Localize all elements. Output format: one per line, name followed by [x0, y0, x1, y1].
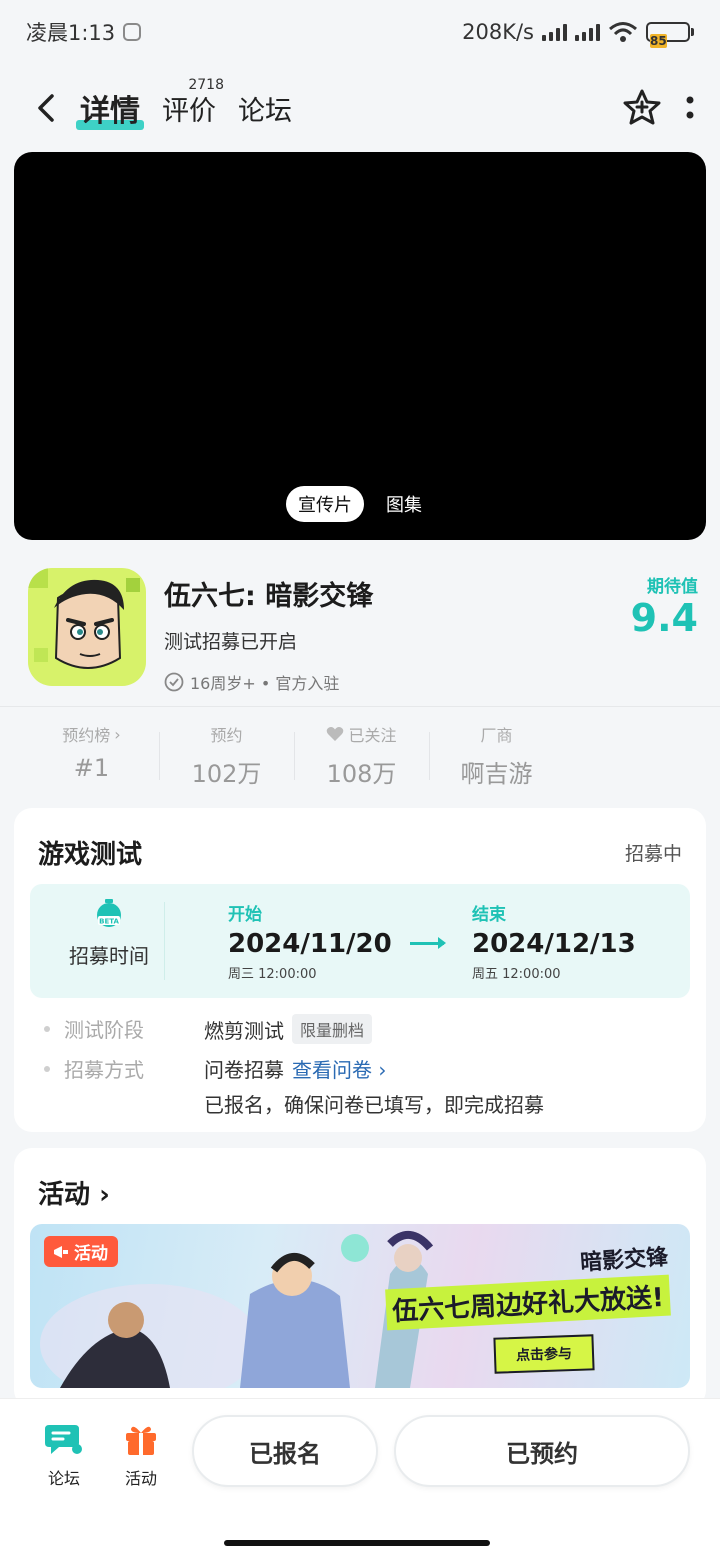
- bottom-activity-label: 活动: [124, 1469, 157, 1488]
- gift-icon: [126, 1426, 156, 1455]
- start-label: 开始: [228, 905, 262, 925]
- game-info: 伍六七: 暗影交锋 测试招募已开启 16周岁+ • 官方入驻 期待值 9.4: [28, 568, 700, 694]
- activity-card: 活动 › 活动 暗影交锋 伍六七周边好礼大放送! 点击参与: [14, 1148, 706, 1408]
- end-label: 结束: [472, 905, 506, 925]
- forum-chat-icon: [45, 1425, 82, 1454]
- top-nav: 详情 评价 2718 论坛: [0, 72, 720, 144]
- reserved-button[interactable]: 已预约: [394, 1415, 690, 1487]
- game-status: 测试招募已开启: [164, 631, 298, 653]
- recruit-method-value: 问卷招募: [204, 1058, 284, 1082]
- stat-followers-value: 108万: [326, 760, 397, 788]
- activity-badge-label: 活动: [74, 1244, 108, 1264]
- stat-rank-value: #1: [73, 754, 110, 782]
- start-date: 2024/11/20: [228, 929, 392, 959]
- beta-timer-icon: BETA: [97, 899, 121, 927]
- verified-check-icon: [164, 672, 184, 692]
- test-stage-key: 测试阶段: [64, 1018, 144, 1042]
- stat-followers[interactable]: 已关注 108万: [294, 722, 429, 789]
- activity-badge: 活动: [44, 1236, 118, 1267]
- bullet: [44, 1026, 50, 1032]
- signal-icon-2: [575, 23, 600, 41]
- game-icon: [28, 568, 146, 686]
- game-tags-text: 16周岁+ • 官方入驻: [190, 674, 340, 693]
- test-stage-tag: 限量删档: [292, 1014, 373, 1044]
- signed-up-button[interactable]: 已报名: [192, 1415, 378, 1487]
- game-tags: 16周岁+ • 官方入驻: [164, 670, 700, 694]
- end-time: 结束 2024/12/13 周五 12:00:00: [472, 900, 636, 982]
- network-speed: 208K/s: [462, 20, 534, 44]
- notification-app-icon: [123, 23, 142, 41]
- megaphone-icon: [54, 1245, 68, 1258]
- test-stage-value: 燃剪测试: [204, 1019, 284, 1043]
- expectation-score: 期待值 9.4: [631, 572, 698, 639]
- game-title: 伍六七: 暗影交锋: [164, 581, 374, 612]
- media-tab-trailer[interactable]: 宣传片: [286, 486, 364, 522]
- recruit-time-box: BETA 招募时间 开始 2024/11/20 周三 12:00:00 结束 2…: [30, 884, 690, 998]
- test-details: 测试阶段 燃剪测试 限量删档 招募方式 问卷招募 查看问卷 › 已报名，确保问卷已填…: [44, 1014, 684, 1128]
- recruit-status: 招募中: [624, 843, 682, 865]
- stat-reservations-label: 预约: [210, 726, 243, 745]
- stat-rank-label: 预约榜: [62, 726, 111, 745]
- stat-reservations: 预约 102万: [159, 722, 294, 789]
- signal-icon: [542, 23, 567, 41]
- separator: [164, 902, 165, 980]
- media-tab-gallery[interactable]: 图集: [374, 486, 434, 522]
- battery-icon: 85: [646, 22, 694, 48]
- bottom-forum-label: 论坛: [47, 1469, 80, 1488]
- status-time: 凌晨1:13: [26, 21, 116, 45]
- view-questionnaire-link[interactable]: 查看问卷 ›: [292, 1058, 386, 1082]
- bottom-action-bar: 论坛 活动 已报名 已预约: [0, 1398, 720, 1560]
- end-weekday-time: 周五 12:00:00: [472, 967, 561, 982]
- chevron-right-icon: ›: [114, 724, 121, 744]
- activity-title-link[interactable]: 活动 ›: [38, 1174, 110, 1211]
- game-test-title: 游戏测试: [38, 840, 143, 870]
- reviews-count: 2718: [188, 76, 224, 93]
- divider: [0, 706, 720, 707]
- stat-publisher-label: 厂商: [480, 726, 513, 745]
- view-questionnaire-label: 查看问卷: [292, 1058, 372, 1082]
- activity-title: 活动: [38, 1180, 91, 1210]
- stat-followers-label: 已关注: [348, 726, 397, 745]
- start-time: 开始 2024/11/20 周三 12:00:00: [228, 900, 392, 982]
- chevron-right-icon: ›: [378, 1058, 387, 1082]
- stat-rank[interactable]: 预约榜 › #1: [24, 722, 159, 789]
- heart-icon: [327, 727, 344, 741]
- banner-brand: 暗影交锋: [579, 1244, 669, 1277]
- tab-details[interactable]: 详情: [76, 86, 144, 130]
- status-bar: 凌晨1:13 208K/s 85: [0, 0, 720, 64]
- end-date: 2024/12/13: [472, 929, 636, 959]
- wifi-icon: [609, 22, 637, 42]
- battery-level: 85: [650, 34, 667, 48]
- back-button[interactable]: [24, 86, 68, 130]
- bottom-activity-button[interactable]: 活动: [107, 1421, 175, 1489]
- stat-publisher-value: 啊吉游: [460, 760, 533, 788]
- back-arrow-icon: [38, 94, 54, 122]
- banner-cta-button[interactable]: 点击参与: [493, 1334, 595, 1374]
- recruit-method-key: 招募方式: [64, 1058, 144, 1082]
- expectation-label: 期待值: [647, 577, 698, 597]
- bottom-forum-button[interactable]: 论坛: [30, 1421, 98, 1489]
- chevron-right-icon: ›: [99, 1180, 110, 1210]
- recruit-time-label: 招募时间: [69, 944, 149, 968]
- recruit-note: 已报名，确保问卷已填写，即完成招募: [204, 1093, 544, 1117]
- recruit-method-row: 招募方式 问卷招募 查看问卷 › 已报名，确保问卷已填写，即完成招募: [44, 1054, 684, 1118]
- activity-banner[interactable]: 活动 暗影交锋 伍六七周边好礼大放送! 点击参与: [30, 1224, 690, 1388]
- tab-forum[interactable]: 论坛: [238, 89, 292, 128]
- expectation-value: 9.4: [630, 596, 698, 640]
- stat-publisher[interactable]: 厂商 啊吉游: [429, 722, 564, 789]
- arrow-right-icon: [410, 937, 446, 949]
- favorite-star-icon[interactable]: [622, 88, 662, 128]
- stats-row: 预约榜 › #1 预约 102万 已关注 108万 厂商 啊吉游: [24, 722, 564, 789]
- home-indicator[interactable]: [224, 1540, 490, 1546]
- more-icon[interactable]: [684, 93, 696, 123]
- bullet: [44, 1066, 50, 1072]
- svg-text:BETA: BETA: [99, 918, 119, 926]
- stat-reservations-value: 102万: [191, 760, 262, 788]
- start-weekday-time: 周三 12:00:00: [228, 967, 317, 982]
- tab-reviews[interactable]: 评价 2718: [162, 77, 224, 128]
- tab-reviews-label: 评价: [162, 95, 216, 127]
- video-player[interactable]: 宣传片 图集: [14, 152, 706, 540]
- game-test-card: 游戏测试 招募中 BETA 招募时间 开始 2024/11/20 周三 12:0…: [14, 808, 706, 1132]
- test-stage-row: 测试阶段 燃剪测试 限量删档: [44, 1014, 684, 1044]
